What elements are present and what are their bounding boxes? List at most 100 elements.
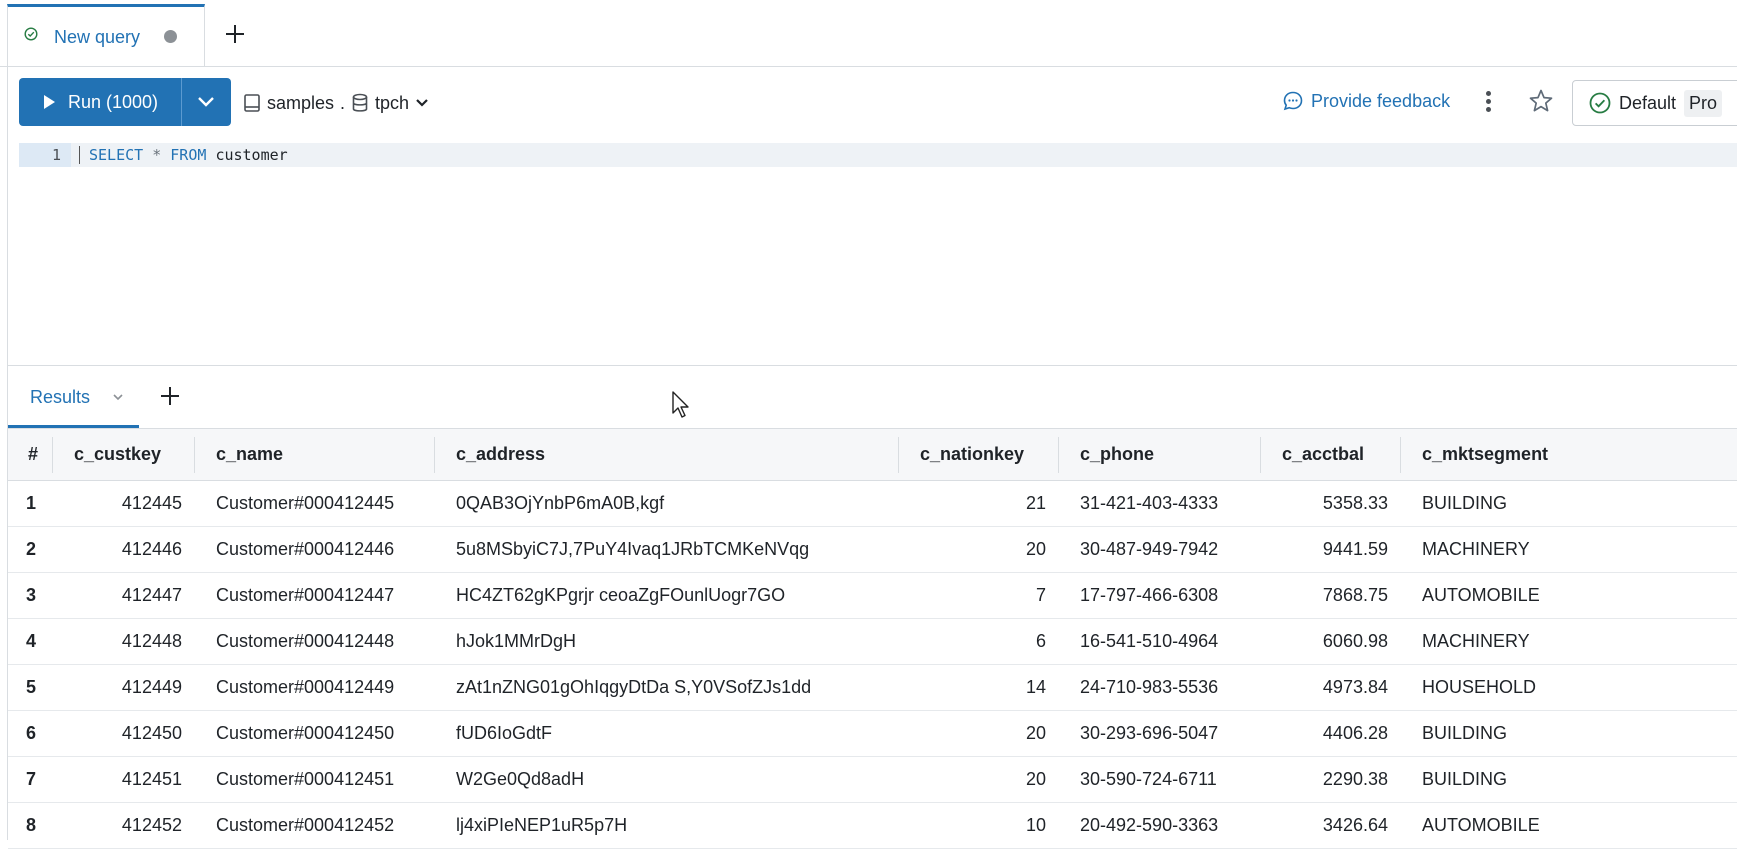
table-cell-c-acctbal: 3426.64 xyxy=(1322,815,1388,835)
table-cell-c-mktsegment: MACHINERY xyxy=(1422,631,1530,651)
run-button-label: Run (1000) xyxy=(68,92,159,112)
table-cell-c-address: lj4xiPIeNEP1uR5p7H xyxy=(456,815,628,835)
schema-name: tpch xyxy=(375,92,410,113)
table-cell-c-acctbal: 6060.98 xyxy=(1322,631,1388,651)
table-cell-c-mktsegment: BUILDING xyxy=(1422,723,1508,743)
table-cell-c-nationkey: 20 xyxy=(1025,723,1046,743)
table-cell-c-acctbal: 5358.33 xyxy=(1322,493,1388,513)
table-cell-c-mktsegment: AUTOMOBILE xyxy=(1422,815,1540,835)
column-header-c-name[interactable]: c_name xyxy=(216,429,283,480)
column-header-c-nationkey[interactable]: c_nationkey xyxy=(920,429,1024,480)
column-resize-handle[interactable] xyxy=(434,437,435,473)
table-cell-c-address: HC4ZT62gKPgrjr ceoaZgFOunlUogr7GO xyxy=(456,585,786,605)
text-cursor xyxy=(79,146,80,164)
database-icon xyxy=(352,93,368,112)
sql-editor[interactable]: 1 SELECT * FROM customer xyxy=(8,132,1737,366)
provide-feedback-link[interactable]: Provide feedback xyxy=(1282,90,1450,112)
catalog-schema-selector[interactable]: samples . tpch xyxy=(243,90,429,116)
compute-tier-badge: Pro xyxy=(1684,89,1723,117)
table-cell-row-number: 7 xyxy=(26,769,37,789)
table-cell-c-address: hJok1MMrDgH xyxy=(456,631,577,651)
table-cell-c-phone: 30-590-724-6711 xyxy=(1080,769,1217,789)
plus-icon xyxy=(161,387,179,405)
new-tab-button[interactable] xyxy=(222,21,248,47)
run-options-button[interactable] xyxy=(182,78,231,126)
table-cell-c-address: zAt1nZNG01gOhIqgyDtDa S,Y0VSofZJs1dd xyxy=(456,677,812,697)
catalog-separator: . xyxy=(340,92,346,113)
plus-icon xyxy=(226,25,244,43)
table-cell-row-number: 4 xyxy=(26,631,37,651)
table-cell-c-nationkey: 14 xyxy=(1025,677,1046,697)
table-cell-c-phone: 30-293-696-5047 xyxy=(1080,723,1219,743)
provide-feedback-label: Provide feedback xyxy=(1311,90,1451,111)
query-tab-title: New query xyxy=(54,27,141,47)
kebab-icon[interactable] xyxy=(1482,89,1494,115)
table-cell-c-custkey: 412447 xyxy=(121,585,182,605)
table-cell-c-custkey: 412445 xyxy=(121,493,182,513)
table-row[interactable]: 3 412447 Customer#000412447 HC4ZT62gKPgrjr … xyxy=(8,572,1737,619)
column-resize-handle[interactable] xyxy=(1260,437,1261,473)
table-cell-c-mktsegment: AUTOMOBILE xyxy=(1422,585,1540,605)
table-cell-c-acctbal: 9441.59 xyxy=(1322,539,1388,559)
table-cell-c-custkey: 412451 xyxy=(121,769,182,789)
tab-results[interactable]: Results xyxy=(8,366,139,428)
query-tab[interactable]: New query xyxy=(7,4,205,66)
table-row[interactable]: 2 412446 Customer#000412446 5u8MSbyiC7J,7Pu… xyxy=(8,526,1737,573)
table-cell-row-number: 8 xyxy=(26,815,37,835)
table-cell-c-custkey: 412446 xyxy=(121,539,182,559)
keyword-from: FROM xyxy=(170,146,207,164)
chevron-down-icon[interactable] xyxy=(112,391,124,403)
column-resize-handle[interactable] xyxy=(52,437,53,473)
table-cell-c-name: Customer#000412450 xyxy=(216,723,395,743)
table-row[interactable]: 7 412451 Customer#000412451 W2Ge0Qd8adH 20 30… xyxy=(8,756,1737,803)
table-cell-c-phone: 24-710-983-5536 xyxy=(1080,677,1219,697)
column-resize-handle[interactable] xyxy=(1058,437,1059,473)
table-cell-c-acctbal: 4406.28 xyxy=(1322,723,1388,743)
table-cell-row-number: 2 xyxy=(26,539,37,559)
book-icon xyxy=(244,94,260,112)
table-row[interactable]: 5 412449 Customer#000412449 zAt1nZNG01gOhIq… xyxy=(8,664,1737,711)
column-header-c-custkey[interactable]: c_custkey xyxy=(74,429,161,480)
table-cell-c-custkey: 412448 xyxy=(121,631,182,651)
catalog-name: samples xyxy=(267,92,335,113)
table-cell-c-phone: 20-492-590-3363 xyxy=(1080,815,1219,835)
column-resize-handle[interactable] xyxy=(194,437,195,473)
table-row[interactable]: 1 412445 Customer#000412445 0QAB3OjYnbP6mA0… xyxy=(8,480,1737,527)
table-cell-row-number: 5 xyxy=(26,677,37,697)
table-row[interactable]: 4 412448 Customer#000412448 hJok1MMrDgH 6 16-… xyxy=(8,618,1737,665)
column-header-row-number[interactable]: # xyxy=(28,429,38,480)
column-header-c-mktsegment[interactable]: c_mktsegment xyxy=(1422,429,1548,480)
mouse-pointer-icon xyxy=(672,391,689,418)
compute-name: Default xyxy=(1619,92,1677,113)
add-visualization-button[interactable] xyxy=(159,385,181,410)
results-tab-label: Results xyxy=(30,387,91,407)
table-cell-c-name: Customer#000412447 xyxy=(216,585,395,605)
table-row[interactable]: 6 412450 Customer#000412450 fUD6IoGdtF 20 30-… xyxy=(8,710,1737,757)
editor-line[interactable]: 1 SELECT * FROM customer xyxy=(19,143,1737,167)
column-resize-handle[interactable] xyxy=(898,437,899,473)
table-cell-c-custkey: 412449 xyxy=(121,677,182,697)
keyword-select: SELECT xyxy=(89,146,144,164)
table-cell-row-number: 1 xyxy=(26,493,37,513)
column-resize-handle[interactable] xyxy=(1400,437,1401,473)
star-icon[interactable] xyxy=(1528,88,1554,114)
column-header-c-address[interactable]: c_address xyxy=(456,429,545,480)
code-line: SELECT * FROM customer xyxy=(89,143,288,167)
table-cell-c-mktsegment: BUILDING xyxy=(1422,493,1508,513)
table-cell-c-name: Customer#000412448 xyxy=(216,631,395,651)
table-cell-c-nationkey: 10 xyxy=(1025,815,1046,835)
column-header-c-acctbal[interactable]: c_acctbal xyxy=(1282,429,1364,480)
chevron-down-icon xyxy=(416,99,428,107)
table-row[interactable]: 8 412452 Customer#000412452 lj4xiPIeNEP1uR5… xyxy=(8,802,1737,849)
table-cell-c-address: fUD6IoGdtF xyxy=(456,723,553,743)
unsaved-indicator xyxy=(164,30,177,43)
table-cell-c-nationkey: 7 xyxy=(1035,585,1046,605)
play-icon xyxy=(44,95,55,109)
compute-selector[interactable]: Default Pro xyxy=(1572,80,1737,126)
column-header-c-phone[interactable]: c_phone xyxy=(1080,429,1154,480)
table-cell-c-nationkey: 20 xyxy=(1025,539,1046,559)
run-button-group: Run (1000) xyxy=(19,78,231,126)
table-cell-c-mktsegment: HOUSEHOLD xyxy=(1422,677,1537,697)
table-cell-c-acctbal: 2290.38 xyxy=(1322,769,1388,789)
run-button[interactable]: Run (1000) xyxy=(19,78,181,126)
